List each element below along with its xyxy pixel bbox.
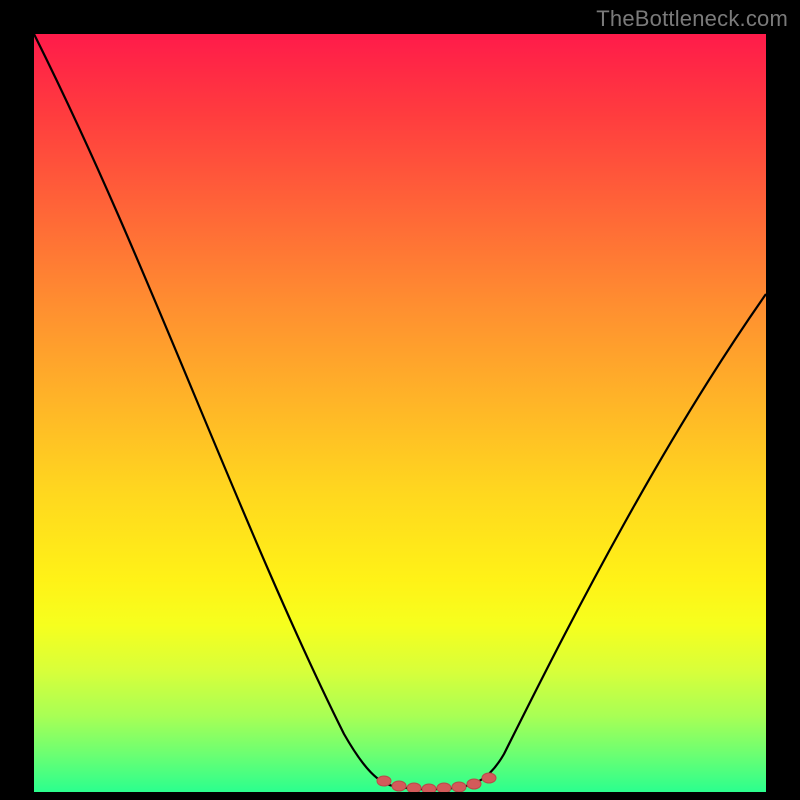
- bottleneck-curve-line: [34, 34, 766, 789]
- plot-area: [34, 34, 766, 792]
- watermark-text: TheBottleneck.com: [596, 6, 788, 32]
- chart-frame: TheBottleneck.com: [0, 0, 800, 800]
- curve-layer: [34, 34, 766, 792]
